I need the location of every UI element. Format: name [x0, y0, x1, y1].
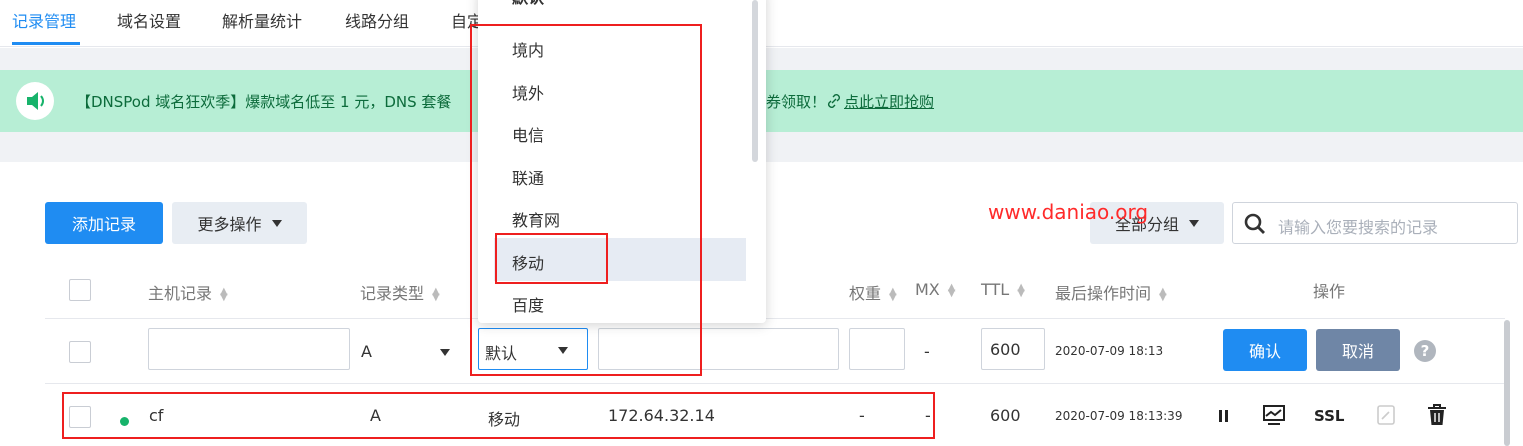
add-record-button[interactable]: 添加记录: [45, 202, 163, 244]
delete-icon[interactable]: [1426, 403, 1448, 431]
active-tab-indicator: [12, 42, 80, 45]
sort-icon: ▲ ▼: [947, 281, 956, 299]
row-ttl: 600: [990, 406, 1021, 425]
search-icon: [1243, 212, 1267, 240]
monitor-icon[interactable]: [1262, 404, 1286, 430]
more-actions-label: 更多操作: [197, 215, 262, 234]
cancel-button[interactable]: 取消: [1316, 329, 1400, 371]
pause-icon[interactable]: [1217, 407, 1231, 429]
select-all-checkbox[interactable]: [69, 279, 91, 301]
tab-domain-settings[interactable]: 域名设置: [117, 8, 181, 32]
edit-row-checkbox[interactable]: [69, 341, 91, 363]
tab-resolution-stats[interactable]: 解析量统计: [222, 8, 302, 32]
ssl-button[interactable]: SSL: [1314, 407, 1345, 425]
promo-link[interactable]: 点此立即抢购: [844, 91, 934, 112]
sort-icon: ▲ ▼: [1017, 281, 1025, 299]
scrollbar[interactable]: [1504, 320, 1510, 446]
search-input[interactable]: 请输入您要搜索的记录: [1232, 202, 1518, 244]
column-header-last-modified[interactable]: 最后操作时间 ▲ ▼: [1055, 280, 1167, 304]
column-header-host[interactable]: 主机记录 ▲ ▼: [148, 280, 228, 304]
ttl-input[interactable]: 600: [981, 328, 1045, 370]
edit-row-time: 2020-07-09 18:13: [1055, 344, 1164, 358]
column-header-weight[interactable]: 权重 ▲ ▼: [849, 280, 897, 304]
annotation-box-row: [62, 392, 935, 439]
column-header-mx[interactable]: MX ▲ ▼: [915, 280, 955, 299]
confirm-button[interactable]: 确认: [1223, 329, 1307, 371]
tab-record-management[interactable]: 记录管理: [12, 8, 76, 32]
column-header-type[interactable]: 记录类型 ▲ ▼: [360, 280, 440, 304]
divider: [45, 318, 1505, 319]
column-header-actions: 操作: [1313, 282, 1346, 301]
speaker-icon: [16, 82, 54, 120]
annotation-box-options: [470, 24, 702, 376]
row-time: 2020-07-09 18:13:39: [1055, 409, 1183, 423]
notice-text-tail: 券领取！: [766, 93, 827, 111]
cancel-label: 取消: [1341, 342, 1374, 361]
sort-icon: ▲ ▼: [889, 285, 897, 303]
search-placeholder: 请输入您要搜索的记录: [1278, 218, 1439, 237]
chevron-down-icon: [1189, 219, 1199, 227]
watermark: www.daniao.org: [988, 200, 1149, 224]
divider: [45, 383, 1505, 384]
weight-input[interactable]: [849, 328, 905, 370]
option-default[interactable]: 默认: [512, 0, 544, 8]
host-input[interactable]: [148, 328, 350, 370]
help-icon[interactable]: ?: [1414, 340, 1436, 362]
dropdown-scrollbar[interactable]: [752, 0, 758, 162]
confirm-label: 确认: [1248, 342, 1281, 361]
edit-icon[interactable]: [1376, 404, 1396, 430]
column-header-ttl[interactable]: TTL ▲ ▼: [981, 280, 1025, 299]
type-select-value[interactable]: A: [361, 342, 372, 361]
annotation-box-mobile: [495, 233, 608, 284]
chevron-down-icon[interactable]: [440, 349, 450, 356]
check-icon: [700, 0, 716, 5]
sort-icon: ▲ ▼: [432, 285, 440, 303]
mx-value: -: [924, 342, 930, 361]
tab-line-groups[interactable]: 线路分组: [345, 8, 409, 32]
more-actions-button[interactable]: 更多操作: [172, 202, 307, 244]
sort-icon: ▲ ▼: [1159, 285, 1167, 303]
link-icon: [826, 93, 842, 113]
add-record-label: 添加记录: [71, 215, 136, 234]
sort-icon: ▲ ▼: [220, 285, 228, 303]
notice-text: 【DNSPod 域名狂欢季】爆款域名低至 1 元，DNS 套餐: [76, 93, 452, 111]
chevron-down-icon: [271, 219, 282, 227]
